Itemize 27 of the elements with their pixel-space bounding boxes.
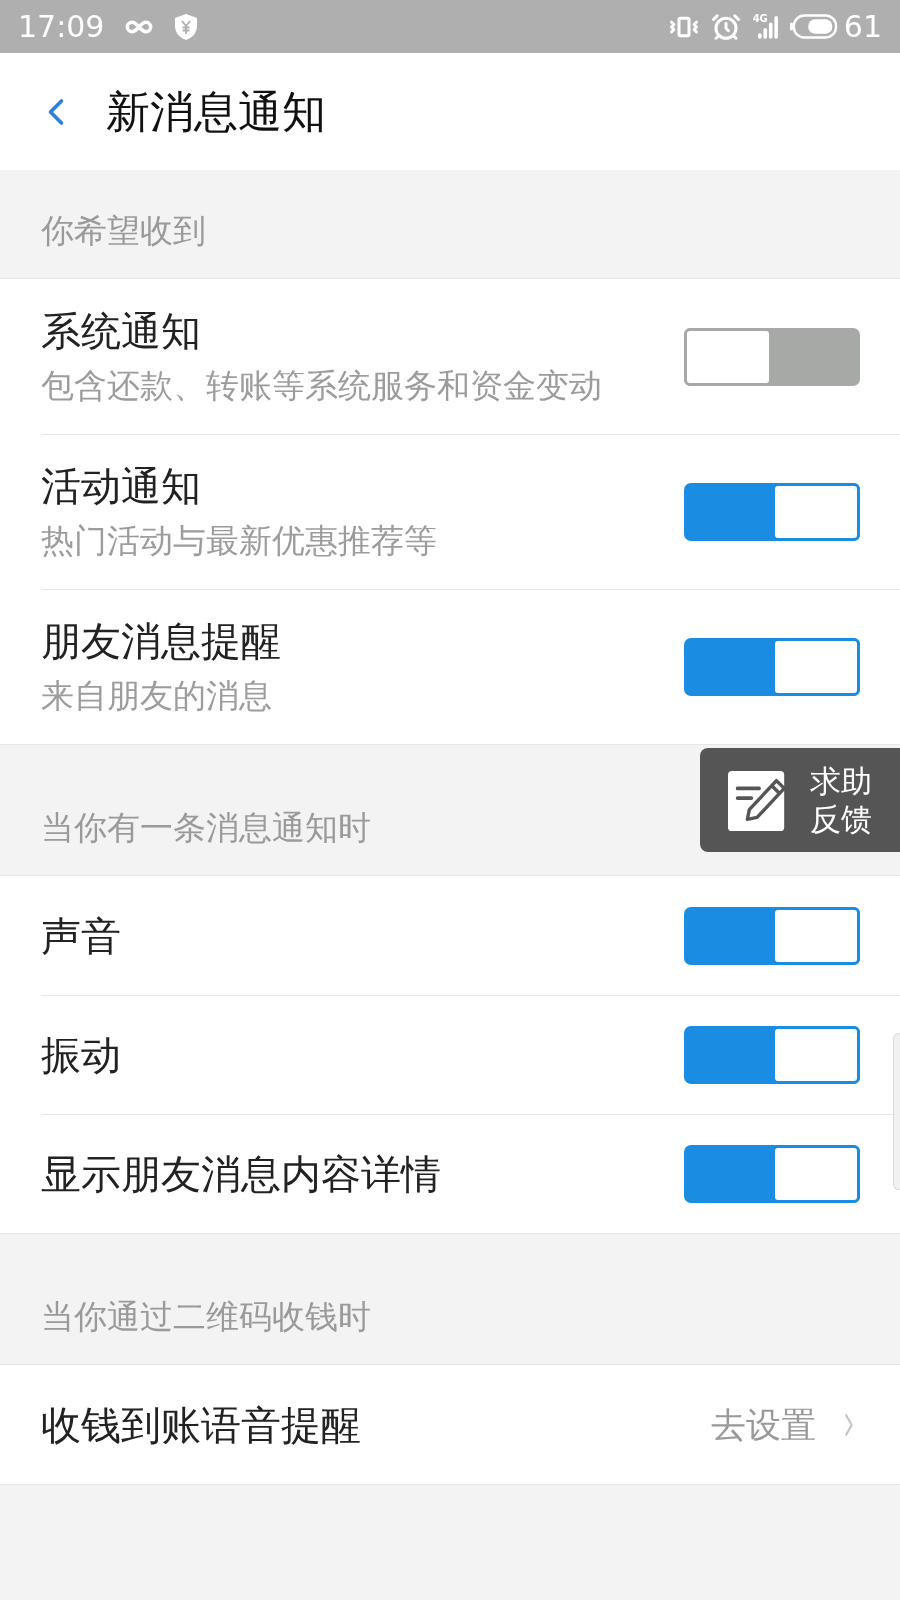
setting-title: 收钱到账语音提醒 (41, 1400, 361, 1449)
toggle-switch[interactable] (684, 906, 860, 965)
toggle-switch[interactable] (684, 327, 860, 386)
toggle-switch[interactable] (684, 1145, 860, 1203)
network-type: 4G (752, 13, 768, 24)
setting-title: 振动 (41, 1031, 121, 1079)
battery-level: 61 (843, 8, 882, 45)
setting-title: 声音 (41, 911, 121, 960)
setting-description: 包含还款、转账等系统服务和资金变动 (41, 364, 602, 407)
setting-title: 显示朋友消息内容详情 (41, 1150, 441, 1198)
status-time: 17:09 (18, 8, 105, 45)
section-heading: 当你有一条消息通知时 (41, 807, 371, 849)
toggle-switch[interactable] (684, 1026, 860, 1084)
help-feedback-button[interactable]: 求助反馈 (700, 748, 900, 852)
section-heading: 你希望收到 (41, 210, 206, 252)
setting-title: 活动通知 (41, 462, 202, 510)
setting-title: 系统通知 (41, 306, 202, 355)
toggle-switch[interactable] (684, 638, 860, 696)
battery-icon (789, 14, 838, 39)
page-title: 新消息通知 (106, 84, 326, 139)
alarm-clock-icon (710, 11, 741, 42)
setting-description: 来自朋友的消息 (41, 675, 273, 717)
setting-description: 热门活动与最新优惠推荐等 (41, 520, 437, 562)
toggle-switch[interactable] (684, 483, 860, 541)
section-heading: 当你通过二维码收钱时 (41, 1296, 371, 1338)
shield-icon (174, 12, 199, 41)
setting-title: 朋友消息提醒 (41, 617, 281, 665)
